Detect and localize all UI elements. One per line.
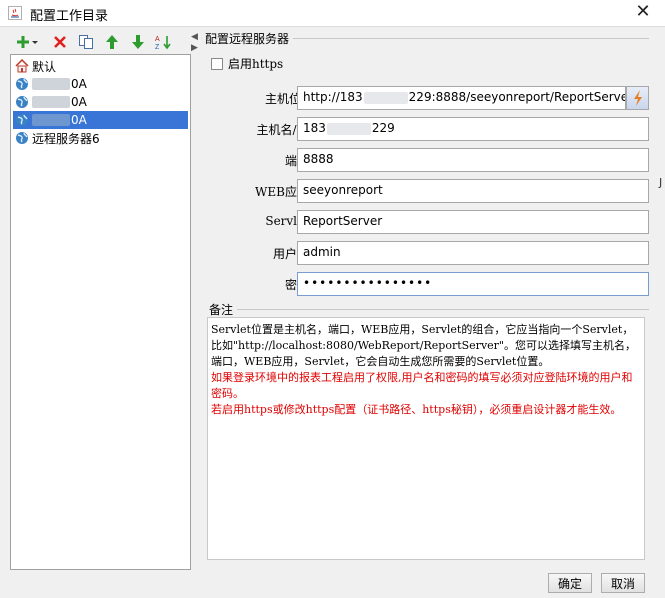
https-checkbox[interactable] xyxy=(211,57,223,70)
tree-item-remote[interactable]: 0A xyxy=(13,93,188,111)
divider xyxy=(293,38,649,39)
collapse-left-icon[interactable]: ◀ xyxy=(191,32,198,42)
tree-item-label: 远程服务器6 xyxy=(32,131,100,146)
group-title: 配置远程服务器 xyxy=(205,32,290,46)
delete-icon xyxy=(54,36,66,48)
panel-splitter[interactable]: ◀ ▶ xyxy=(190,31,198,569)
collapse-right-icon[interactable]: ▶ xyxy=(191,43,198,53)
divider xyxy=(237,309,649,310)
globe-icon xyxy=(16,78,28,90)
tree-item-label: 默认 xyxy=(32,59,57,74)
remark-warning-https: 若启用https或修改https配置（证书路径、https秘钥），必须重启设计器… xyxy=(211,403,622,416)
window-title: 配置工作目录 xyxy=(30,9,109,24)
username-row: 用户名: admin xyxy=(199,241,657,265)
host-ip-input[interactable]: 183 229 xyxy=(297,117,649,141)
redacted-ip xyxy=(363,91,408,104)
title-bar: 配置工作目录 ✕ xyxy=(0,0,665,27)
globe-icon xyxy=(16,96,28,108)
add-server-button[interactable] xyxy=(14,32,40,52)
arrow-down-icon xyxy=(132,35,144,49)
username-input[interactable]: admin xyxy=(297,241,649,265)
https-option[interactable]: 启用https xyxy=(211,55,283,72)
servlet-input[interactable]: ReportServer xyxy=(297,210,649,234)
remark-warning-permission: 如果登录环境中的报表工程启用了权限,用户名和密码的填写必须对应登陆环境的用户和密… xyxy=(211,371,633,400)
port-row: 端口: 8888 xyxy=(199,148,657,172)
host-url-input[interactable]: http://183 229:8888/seeyonreport/ReportSe… xyxy=(297,86,626,110)
tree-item-label: 0A xyxy=(71,113,87,127)
move-up-button[interactable] xyxy=(102,32,122,52)
servlet-row: Servlet: ReportServer xyxy=(199,210,657,234)
redacted-name xyxy=(32,96,70,108)
tree-item-remote[interactable]: 0A xyxy=(13,75,188,93)
server-toolbar: A Z xyxy=(10,31,190,54)
redacted-name xyxy=(32,78,70,90)
tree-item-remote[interactable]: 远程服务器6 xyxy=(13,129,188,147)
tree-item-default[interactable]: 默认 xyxy=(13,57,188,75)
password-input[interactable]: •••••••••••••••• xyxy=(297,272,649,296)
tree-item-label: 0A xyxy=(71,95,87,109)
port-input[interactable]: 8888 xyxy=(297,148,649,172)
server-list-panel: A Z 默认 0A 0A 0A 远程服务器6 xyxy=(10,31,191,570)
sort-button[interactable]: A Z xyxy=(154,32,174,52)
delete-server-button[interactable] xyxy=(50,32,70,52)
java-app-icon xyxy=(8,6,22,20)
host-url-row: 主机位置 http://183 229:8888/seeyonreport/Rep… xyxy=(199,86,657,110)
plus-icon xyxy=(17,36,38,48)
lightning-icon xyxy=(633,90,642,106)
https-label: 启用https xyxy=(228,57,284,71)
remote-server-form: 配置远程服务器 启用https 主机位置 http://183 229:8888/… xyxy=(199,31,657,569)
svg-text:Z: Z xyxy=(155,44,160,50)
browse-button[interactable] xyxy=(626,86,649,110)
close-icon[interactable]: ✕ xyxy=(631,1,655,22)
tree-item-remote-selected[interactable]: 0A xyxy=(13,111,188,129)
move-down-button[interactable] xyxy=(128,32,148,52)
webapp-input[interactable]: seeyonreport xyxy=(297,179,649,203)
sort-az-icon: A Z xyxy=(155,36,171,50)
ok-button[interactable]: 确定 xyxy=(548,573,592,593)
svg-text:A: A xyxy=(155,36,160,43)
copy-icon xyxy=(79,35,93,49)
copy-server-button[interactable] xyxy=(76,32,96,52)
cancel-button[interactable]: 取消 xyxy=(601,573,645,593)
arrow-up-icon xyxy=(106,35,118,49)
redacted-ip xyxy=(326,122,371,135)
globe-icon xyxy=(16,132,28,144)
remark-title: 备注 xyxy=(209,303,234,317)
home-icon xyxy=(15,59,29,73)
edge-artifact: J xyxy=(659,176,663,189)
remark-text-area: Servlet位置是主机名，端口，WEB应用，Servlet的组合，它应当指向一… xyxy=(207,317,645,560)
redacted-name xyxy=(32,114,70,126)
password-row: 密码: •••••••••••••••• xyxy=(199,272,657,296)
remark-info: Servlet位置是主机名，端口，WEB应用，Servlet的组合，它应当指向一… xyxy=(211,323,636,368)
host-ip-row: 主机名/IP: 183 229 xyxy=(199,117,657,141)
globe-icon xyxy=(16,114,28,126)
tree-item-label: 0A xyxy=(71,77,87,91)
server-tree[interactable]: 默认 0A 0A 0A 远程服务器6 xyxy=(10,54,191,570)
webapp-row: WEB应用: seeyonreport xyxy=(199,179,657,203)
